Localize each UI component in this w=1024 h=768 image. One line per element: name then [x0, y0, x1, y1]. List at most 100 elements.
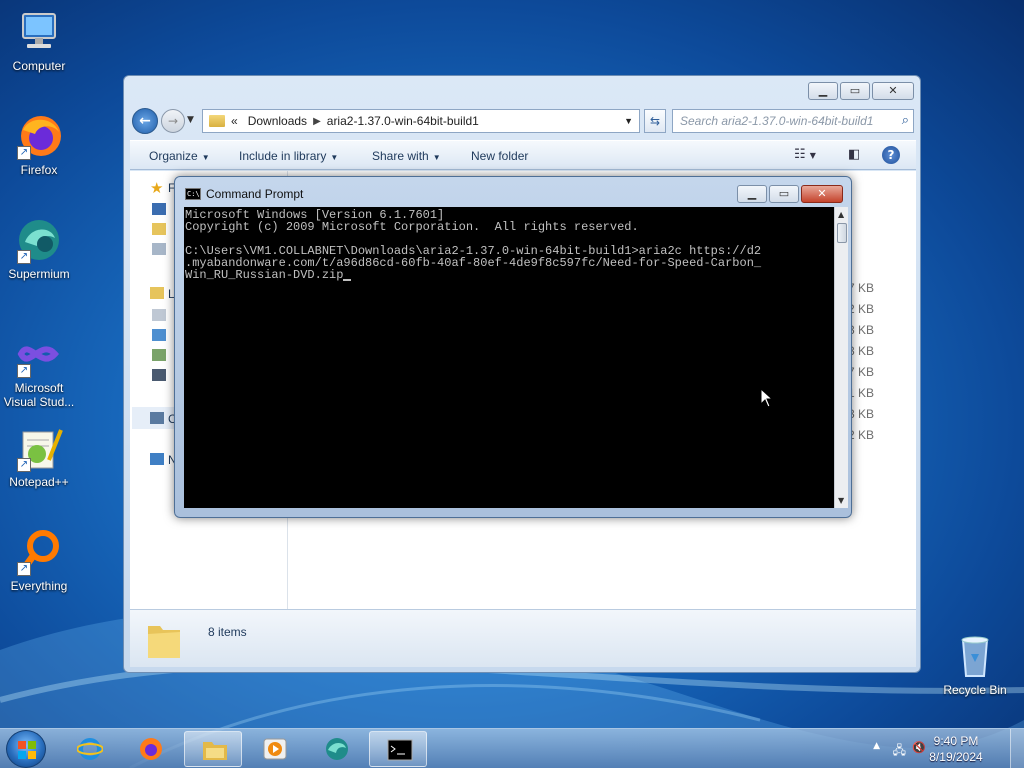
firefox-icon [140, 738, 162, 760]
firefox-icon: ↗ [15, 112, 63, 160]
command-prompt-window[interactable]: C:\ Command Prompt ▁ ▭ ✕ Microsoft Windo… [174, 176, 852, 518]
recent-pages-dropdown[interactable]: ▼ [187, 115, 194, 125]
taskbar-file-explorer[interactable] [184, 731, 242, 767]
file-size: 3 KB [848, 407, 875, 421]
file-size: 2 KB [848, 428, 875, 442]
desktop-icon-label: Recycle Bin [943, 683, 1007, 697]
breadcrumb-separator-icon[interactable]: ▶ [313, 116, 321, 127]
desktop-icon-notepadpp[interactable]: ↗ Notepad++ [0, 424, 78, 489]
desktop-icon-label: Computer [12, 59, 66, 73]
file-explorer-folder-icon [203, 742, 227, 760]
taskbar-internet-explorer[interactable] [60, 731, 118, 767]
desktop-icon-label: Everything [10, 579, 68, 593]
scroll-up-icon[interactable]: ▲ [838, 210, 844, 219]
desktop-icon-label: Notepad++ [9, 475, 69, 489]
cmd-minimize-button[interactable]: ▁ [737, 185, 767, 203]
network-icon[interactable] [150, 453, 164, 465]
forward-button[interactable]: → [161, 109, 185, 133]
desktop-icon-computer[interactable]: Computer [0, 8, 78, 73]
share-with-button[interactable]: Share with ▼ [372, 149, 441, 163]
scrollbar-thumb[interactable] [837, 223, 847, 243]
address-bar[interactable]: « Downloads ▶ aria2-1.37.0-win-64bit-bui… [202, 109, 640, 133]
desktop-icon-label: Microsoft Visual Stud... [3, 381, 75, 409]
desktop-icon-label: Supermium [8, 267, 70, 281]
console-line-current: Win_RU_Russian-DVD.zip [185, 269, 834, 281]
documents-library-icon[interactable] [152, 309, 166, 321]
file-size: 1 KB [848, 386, 875, 400]
console-scrollbar[interactable]: ▲ ▼ [834, 207, 848, 508]
include-in-library-button[interactable]: Include in library ▼ [239, 149, 338, 163]
taskbar-media-player[interactable] [245, 731, 303, 767]
computer-nav-icon[interactable] [150, 412, 164, 424]
file-size: 7 KB [848, 365, 875, 379]
shortcut-arrow-icon: ↗ [17, 364, 31, 378]
explorer-close-button[interactable]: ✕ [872, 82, 914, 100]
command-prompt-icon [387, 739, 413, 761]
media-player-icon [263, 738, 287, 760]
explorer-window-controls: ▁ ▭ ✕ [808, 82, 914, 100]
desktop-icon-visual-studio[interactable]: ↗ Microsoft Visual Stud... [0, 330, 78, 409]
mouse-pointer-icon [760, 388, 774, 408]
desktop-icon-firefox[interactable]: ↗ Firefox [0, 112, 78, 177]
show-desktop-button[interactable] [1010, 729, 1024, 768]
pictures-library-icon[interactable] [152, 349, 166, 361]
shortcut-arrow-icon: ↗ [17, 250, 31, 264]
computer-icon [15, 8, 63, 56]
back-button[interactable]: ← [132, 108, 158, 134]
organize-button[interactable]: Organize ▼ [149, 149, 210, 163]
favorites-star-icon[interactable]: ★ [150, 179, 163, 197]
cmd-window-controls: ▁ ▭ ✕ [737, 185, 843, 203]
desktop-icon-everything[interactable]: ↗ Everything [0, 528, 78, 593]
explorer-navigation-bar: ← → ▼ « Downloads ▶ aria2-1.37.0-win-64b… [132, 108, 914, 134]
internet-explorer-icon [77, 738, 103, 760]
explorer-minimize-button[interactable]: ▁ [808, 82, 838, 100]
clock-date: 8/19/2024 [929, 750, 983, 764]
cmd-maximize-button[interactable]: ▭ [769, 185, 799, 203]
scroll-down-icon[interactable]: ▼ [838, 496, 844, 505]
search-placeholder: Search aria2-1.37.0-win-64bit-build1 [680, 114, 874, 128]
new-folder-button[interactable]: New folder [471, 149, 528, 163]
console-output[interactable]: Microsoft Windows [Version 6.1.7601] Cop… [184, 207, 834, 508]
desktop-icon-recycle-bin[interactable]: Recycle Bin [936, 632, 1014, 697]
start-button[interactable] [6, 730, 46, 768]
taskbar-command-prompt[interactable] [369, 731, 427, 767]
window-title: Command Prompt [206, 187, 304, 201]
file-size: 2 KB [848, 302, 875, 316]
show-hidden-icons-icon[interactable]: ▲ [873, 741, 880, 751]
desktop-icon-supermium[interactable]: ↗ Supermium [0, 216, 78, 281]
breadcrumb-downloads[interactable]: Downloads [248, 114, 307, 128]
shortcut-arrow-icon: ↗ [17, 146, 31, 160]
view-options-icon[interactable]: ☷ ▼ [794, 147, 816, 162]
search-icon[interactable]: ⌕ [902, 112, 909, 128]
refresh-button[interactable]: ⇆ [644, 109, 666, 133]
taskbar-supermium[interactable] [307, 731, 365, 767]
shortcut-arrow-icon: ↗ [17, 458, 31, 472]
address-dropdown-icon[interactable]: ▼ [624, 116, 633, 126]
file-size: 7 KB [848, 281, 875, 295]
explorer-maximize-button[interactable]: ▭ [840, 82, 870, 100]
help-icon[interactable]: ? [882, 146, 900, 164]
supermium-icon: ↗ [15, 216, 63, 264]
cmd-close-button[interactable]: ✕ [801, 185, 843, 203]
explorer-command-bar: Organize ▼ Include in library ▼ Share with… [130, 140, 916, 170]
recent-places-icon[interactable] [152, 243, 166, 255]
preview-pane-icon[interactable]: ◧ [848, 147, 860, 162]
downloads-folder-icon[interactable] [152, 223, 166, 235]
file-size: 3 KB [848, 344, 875, 358]
folder-icon [209, 115, 225, 127]
music-library-icon[interactable] [152, 329, 166, 341]
clock-time: 9:40 PM [933, 734, 979, 748]
visual-studio-icon: ↗ [15, 330, 63, 378]
libraries-icon[interactable] [150, 287, 164, 299]
shortcut-arrow-icon: ↗ [17, 562, 31, 576]
videos-library-icon[interactable] [152, 369, 166, 381]
command-prompt-icon[interactable]: C:\ [185, 188, 201, 200]
system-clock[interactable]: 9:40 PM 8/19/2024 [916, 733, 996, 765]
breadcrumb-aria2-folder[interactable]: aria2-1.37.0-win-64bit-build1 [327, 114, 479, 128]
search-input[interactable]: Search aria2-1.37.0-win-64bit-build1 ⌕ [672, 109, 914, 133]
console-input-text: Win_RU_Russian-DVD.zip [185, 268, 344, 282]
desktop-folder-icon[interactable] [152, 203, 166, 215]
network-status-icon[interactable]: 🖧 [893, 741, 906, 762]
taskbar-firefox[interactable] [121, 731, 179, 767]
breadcrumb-overflow[interactable]: « [231, 114, 238, 128]
